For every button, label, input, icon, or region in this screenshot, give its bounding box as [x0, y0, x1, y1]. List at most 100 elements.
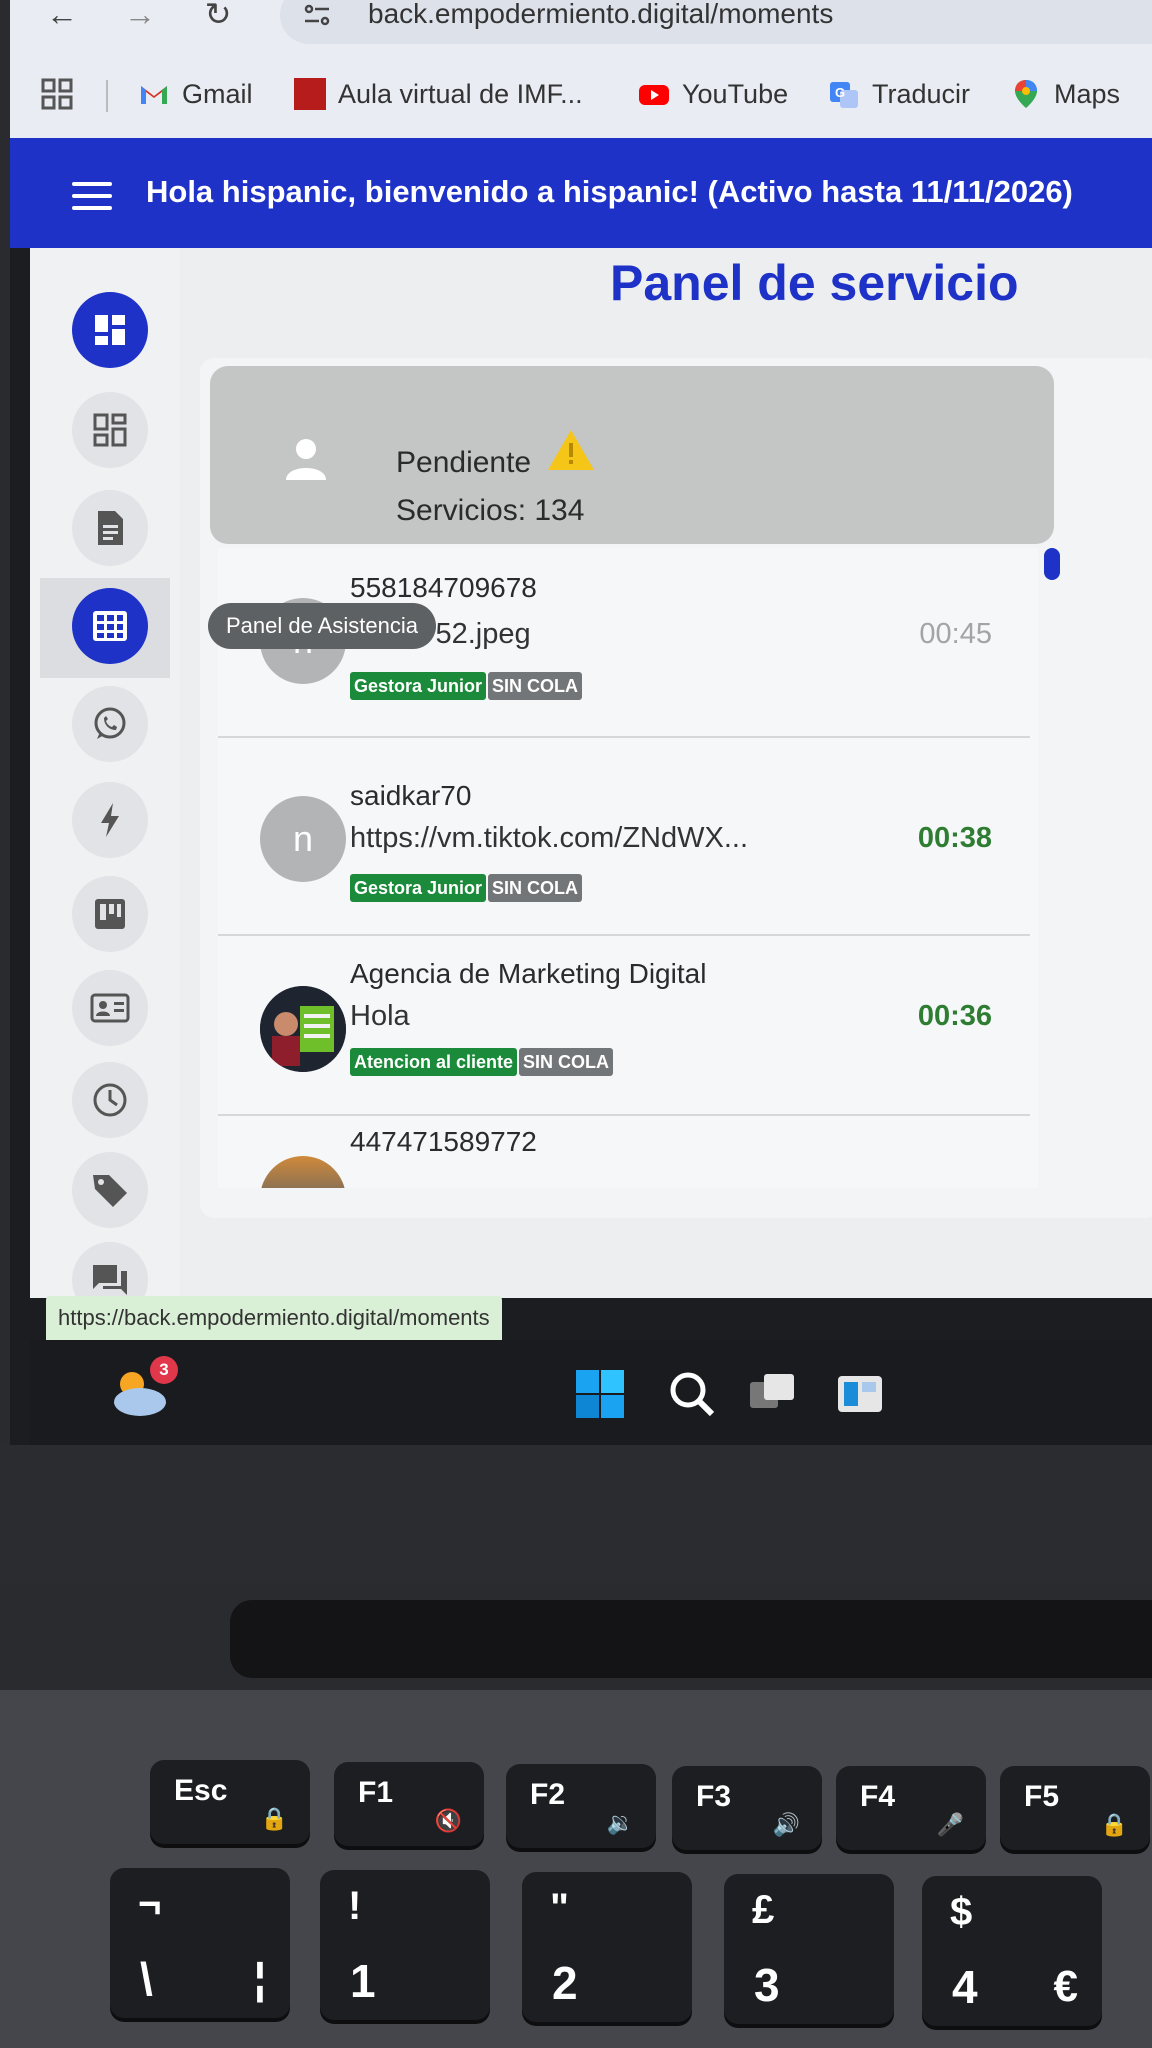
conversation-time: 00:38 [917, 822, 992, 854]
flash-icon [101, 803, 119, 837]
site-settings-icon[interactable] [302, 0, 332, 30]
bookmark-gmail[interactable]: Gmail [138, 74, 253, 114]
bookmarks-bar: Gmail Aula virtual de IMF... YouTube G T… [10, 66, 1152, 126]
task-view-icon[interactable] [746, 1368, 798, 1420]
conversation-name: 558184709678 [350, 572, 537, 603]
laptop-screen: ← → ↻ back.empodermiento.digital/moments… [10, 0, 1152, 1445]
row-divider [218, 736, 1030, 738]
url-text[interactable]: back.empodermiento.digital/moments [368, 0, 833, 30]
key-esc[interactable]: Esc 🔒 [150, 1760, 310, 1844]
avatar: n [260, 796, 346, 882]
key-backslash[interactable]: ¬ \ ¦ [110, 1868, 290, 2018]
bookmark-youtube[interactable]: YouTube [638, 74, 788, 114]
imf-icon [294, 78, 326, 110]
mic-mute-icon: 🎤 [936, 1812, 964, 1837]
sidebar-item-attendance-panel[interactable] [72, 588, 148, 664]
tag-badge: SIN COLA [519, 1048, 614, 1076]
key-1[interactable]: ! 1 [320, 1870, 490, 2020]
privacy-lock-icon: 🔒 [1100, 1812, 1128, 1837]
sidebar-item-dashboard[interactable] [72, 292, 148, 368]
whatsapp-icon [94, 707, 126, 739]
clock-icon [93, 1083, 127, 1117]
reload-icon[interactable]: ↻ [200, 0, 236, 32]
conversation-message: https://vm.tiktok.com/ZNdWX... [350, 822, 749, 854]
key-2[interactable]: " 2 [522, 1872, 692, 2022]
conversation-row[interactable]: Agencia de Marketing Digital Hola 00:36 … [218, 936, 1038, 1126]
bookmark-label: Aula virtual de IMF... [338, 78, 583, 109]
conversation-row[interactable]: n saidkar70 https://vm.tiktok.com/ZNdWX.… [218, 746, 1038, 936]
volume-up-icon: 🔊 [772, 1812, 800, 1837]
warning-icon [548, 430, 594, 470]
profile-photo [260, 986, 346, 1072]
key-f5[interactable]: F5 🔒 [1000, 1766, 1150, 1850]
key-f1[interactable]: F1 🔇 [334, 1762, 484, 1846]
sidebar-item-whatsapp[interactable] [72, 686, 148, 762]
avatar [260, 986, 346, 1072]
conversation-name: 447471589772 [350, 1126, 537, 1157]
tag-badge: Gestora Junior [350, 672, 487, 700]
windows-start-icon[interactable] [574, 1368, 626, 1420]
link-status-url: https://back.empodermiento.digital/momen… [46, 1296, 502, 1340]
youtube-icon [639, 85, 669, 105]
fn-lock-icon: 🔒 [260, 1806, 288, 1831]
translate-icon: G [830, 82, 858, 108]
conversation-row[interactable]: 447471589772 [218, 1126, 1038, 1188]
dashboard-icon [95, 315, 125, 345]
sidebar-item-qr-grid[interactable] [72, 392, 148, 468]
tag-badge: SIN COLA [488, 874, 583, 902]
hamburger-menu-icon[interactable] [72, 182, 112, 212]
avatar [260, 1156, 346, 1188]
sidebar-item-history[interactable] [72, 1062, 148, 1138]
scrollbar-thumb[interactable] [1044, 548, 1060, 580]
address-bar[interactable]: back.empodermiento.digital/moments [280, 0, 1152, 44]
browser-chrome: ← → ↻ back.empodermiento.digital/moments… [10, 0, 1152, 138]
bookmark-label: Traducir [872, 78, 971, 109]
windows-taskbar: 3 [30, 1340, 1152, 1445]
queue-count: Servicios: 134 [396, 494, 585, 527]
main-content: Panel de servicio Pendiente Servicios: 1… [180, 248, 1152, 1298]
conversation-message: Hola [350, 1000, 410, 1032]
contact-card-icon [90, 993, 130, 1023]
sidebar-item-flash[interactable] [72, 782, 148, 858]
widgets-icon[interactable] [834, 1368, 886, 1420]
tag-badge: SIN COLA [488, 672, 583, 700]
keyboard-deck: Esc 🔒 F1 🔇 F2 🔉 F3 🔊 F4 🎤 F5 🔒 ¬ \ ¦ ! 1… [0, 1690, 1152, 2048]
mute-icon: 🔇 [434, 1808, 462, 1833]
apps-grid-icon[interactable] [40, 74, 74, 114]
conversation-name: Agencia de Marketing Digital [350, 958, 707, 989]
key-f4[interactable]: F4 🎤 [836, 1766, 986, 1850]
sidebar [30, 248, 180, 1318]
conversation-tags: Atencion al cliente SIN COLA [350, 1048, 614, 1076]
pending-queue-header[interactable]: Pendiente Servicios: 134 [210, 366, 1054, 544]
key-f2[interactable]: F2 🔉 [506, 1764, 656, 1848]
conversation-tags: Gestora Junior SIN COLA [350, 874, 583, 902]
key-f3[interactable]: F3 🔊 [672, 1766, 822, 1850]
notification-badge: 3 [150, 1356, 178, 1384]
key-3[interactable]: £ 3 [724, 1874, 894, 2024]
sidebar-tooltip: Panel de Asistencia [208, 603, 437, 649]
back-arrow-icon[interactable]: ← [44, 0, 80, 32]
page-title: Panel de servicio [610, 255, 1019, 311]
sidebar-item-document[interactable] [72, 490, 148, 566]
sidebar-item-tags[interactable] [72, 1152, 148, 1228]
search-icon[interactable] [666, 1368, 718, 1420]
bookmark-maps[interactable]: Maps [1010, 74, 1120, 114]
welcome-message: Hola hispanic, bienvenido a hispanic! (A… [146, 174, 1073, 209]
key-4[interactable]: $ 4 € [922, 1876, 1102, 2026]
volume-down-icon: 🔉 [606, 1810, 634, 1835]
tag-icon [93, 1175, 127, 1207]
tag-badge: Gestora Junior [350, 874, 487, 902]
kanban-board-icon [95, 899, 125, 929]
sidebar-item-kanban[interactable] [72, 876, 148, 952]
row-divider [218, 1114, 1030, 1116]
laptop-hinge [230, 1600, 1152, 1678]
conversation-tags: Gestora Junior SIN COLA [350, 672, 583, 700]
grid-layout-icon [93, 413, 127, 447]
bookmark-translate[interactable]: G Traducir [828, 74, 970, 114]
sidebar-item-contacts[interactable] [72, 970, 148, 1046]
forward-arrow-icon[interactable]: → [122, 0, 158, 32]
bookmark-imf[interactable]: Aula virtual de IMF... [294, 74, 583, 114]
table-grid-icon [93, 611, 127, 641]
maps-icon [1015, 80, 1037, 108]
bookmarks-divider [106, 80, 108, 112]
